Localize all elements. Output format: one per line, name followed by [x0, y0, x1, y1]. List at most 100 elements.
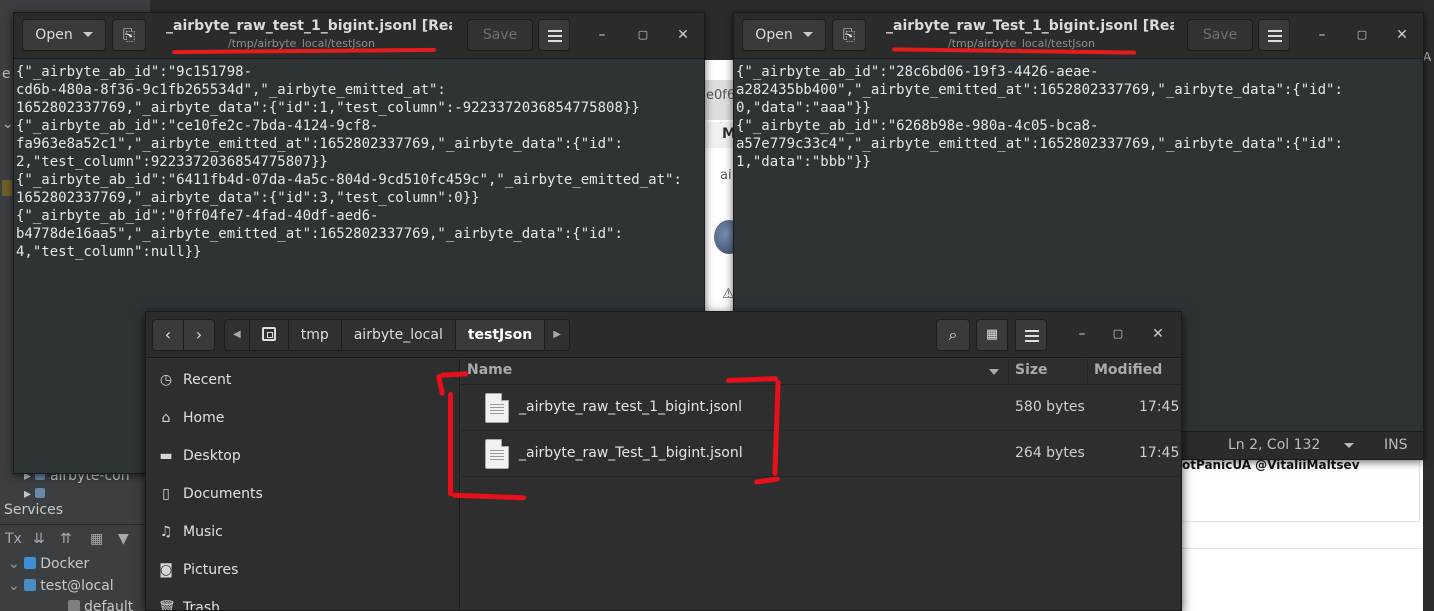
breadcrumb-right-arrow[interactable]: ▶ [545, 320, 569, 350]
file-list: Name Size Modified _airbyte_raw_test_1_b… [461, 359, 1181, 610]
close-button[interactable]: ✕ [1392, 25, 1412, 45]
services-panel-title: Services [4, 502, 64, 518]
schema-icon [68, 600, 80, 611]
database-icon [24, 579, 37, 591]
breadcrumb-tmp[interactable]: tmp [289, 320, 342, 350]
document-title: _airbyte_raw_test_1_bigint.jsonl [Rea... [166, 18, 452, 34]
red-stroke [448, 392, 453, 496]
folder-icon: ▬ [159, 448, 173, 464]
edge-fragment: A [1423, 50, 1432, 64]
sidebar-item-pictures[interactable]: ◙ Pictures [158, 555, 238, 585]
menu-button[interactable] [538, 19, 570, 51]
minimize-button[interactable]: – [592, 25, 612, 45]
new-document-button[interactable]: ⎘ [112, 19, 146, 51]
chevron-right-icon: › [195, 325, 203, 344]
editor-headerbar: Open ⎘ _airbyte_raw_test_1_bigint.jsonl … [14, 13, 704, 59]
ide-fragment: e [2, 66, 11, 82]
ide-expander-icon[interactable]: ⌄ [2, 116, 14, 132]
expand-all-icon[interactable]: ⇊ [33, 531, 45, 547]
filter-icon[interactable]: ▼ [118, 531, 129, 547]
tweet-author[interactable]: otPanicUA @VitaliiMaltsev [1182, 458, 1360, 472]
ide-tree-item[interactable]: ▸ [24, 486, 46, 502]
new-document-button[interactable]: ⎘ [832, 19, 866, 51]
maximize-button[interactable]: ▢ [633, 25, 653, 45]
column-size[interactable]: Size [1015, 362, 1048, 378]
sidebar-item-label: Music [183, 524, 223, 540]
browser-ai-fragment: ai [720, 168, 732, 183]
red-annotation-underline [171, 47, 437, 55]
chevron-down-icon [82, 32, 93, 37]
save-button-label: Save [482, 27, 518, 43]
sidebar-item-label: Home [183, 410, 225, 426]
sidebar-item-home[interactable]: ⌂ Home [158, 403, 225, 433]
services-row-default[interactable]: default [68, 599, 133, 611]
breadcrumb-airbyte-local[interactable]: airbyte_local [342, 320, 456, 350]
column-name[interactable]: Name [467, 362, 512, 378]
breadcrumb-left-arrow[interactable]: ◀ [225, 320, 250, 350]
close-button[interactable]: ✕ [673, 25, 693, 45]
sidebar-item-desktop[interactable]: ▬ Desktop [158, 441, 241, 471]
sidebar-item-label: Documents [183, 486, 263, 502]
browser-tab-fragment[interactable]: e0f6 [706, 88, 735, 103]
sidebar-item-recent[interactable]: ◷ Recent [158, 365, 232, 395]
services-row-docker[interactable]: ⌄ Docker [8, 556, 89, 572]
services-row-database[interactable]: ⌄ test@local [8, 578, 114, 594]
view-menu-button[interactable] [1015, 319, 1047, 351]
ide-folder-icon [2, 180, 12, 196]
transaction-icon[interactable]: Tx [5, 531, 22, 547]
sidebar-item-label: Desktop [183, 448, 241, 464]
places-sidebar: ◷ Recent ⌂ Home ▬ Desktop ▯ Documents ♫ Music… [146, 359, 460, 610]
maximize-button[interactable]: ▢ [1108, 324, 1128, 344]
open-button[interactable]: Open [742, 19, 826, 51]
file-modified: 17:45 [1139, 399, 1180, 415]
collapse-all-icon[interactable]: ⇈ [60, 531, 72, 547]
forward-button[interactable]: › [183, 319, 215, 351]
sort-descending-icon[interactable] [989, 369, 999, 375]
minimize-button[interactable]: – [1312, 25, 1332, 45]
group-icon[interactable]: ▦ [90, 531, 103, 547]
browser-separator [1180, 548, 1434, 549]
menu-button[interactable] [1258, 19, 1290, 51]
insert-mode[interactable]: INS [1384, 437, 1408, 453]
browser-m-tab[interactable]: M [704, 122, 736, 148]
file-list-header: Name Size Modified [461, 359, 1181, 385]
cursor-position[interactable]: Ln 2, Col 132 [1228, 437, 1320, 453]
minimize-button[interactable]: – [1072, 324, 1092, 344]
file-modified: 17:45 [1139, 445, 1180, 461]
breadcrumb-root[interactable] [250, 320, 289, 350]
background-window-edge: A [1423, 0, 1434, 611]
sidebar-item-documents[interactable]: ▯ Documents [158, 479, 263, 509]
column-divider[interactable] [1008, 359, 1009, 385]
column-modified[interactable]: Modified [1094, 362, 1162, 378]
column-divider[interactable] [1087, 359, 1088, 385]
file-row[interactable]: _airbyte_raw_test_1_bigint.jsonl 580 byt… [461, 385, 1181, 431]
text-file-icon [485, 393, 509, 423]
close-button[interactable]: ✕ [1148, 324, 1168, 344]
chevron-down-icon [802, 32, 813, 37]
back-button[interactable]: ‹ [152, 319, 184, 351]
search-icon: ⌕ [948, 325, 958, 344]
database-label: test@local [40, 578, 114, 594]
clock-icon: ◷ [159, 372, 173, 388]
document-icon: ▯ [162, 486, 170, 502]
file-size: 580 bytes [1015, 399, 1085, 415]
open-button[interactable]: Open [22, 19, 106, 51]
hamburger-icon [1025, 335, 1039, 337]
save-button[interactable]: Save [1187, 19, 1253, 51]
docker-icon [24, 557, 37, 569]
sidebar-item-music[interactable]: ♫ Music [158, 517, 223, 547]
sidebar-item-trash[interactable]: 🗑 Trash [158, 593, 220, 611]
file-row[interactable]: _airbyte_raw_Test_1_bigint.jsonl 264 byt… [461, 431, 1181, 477]
file-manager-window: ‹ › ◀ tmp airbyte_local testJson ▶ ⌕ ▦ –… [145, 311, 1182, 611]
maximize-button[interactable]: ▢ [1352, 25, 1372, 45]
save-button-label: Save [1202, 27, 1238, 43]
save-button[interactable]: Save [467, 19, 533, 51]
breadcrumb-testjson[interactable]: testJson [455, 320, 546, 350]
trash-icon: 🗑 [158, 600, 176, 611]
search-button[interactable]: ⌕ [936, 319, 970, 351]
services-toolbar: Tx ⇊ ⇈ ▦ ▼ [0, 524, 145, 554]
view-grid-button[interactable]: ▦ [976, 319, 1008, 351]
sidebar-item-label: Pictures [183, 562, 239, 578]
chevron-down-icon[interactable] [1344, 443, 1354, 448]
home-icon: ⌂ [161, 410, 171, 426]
